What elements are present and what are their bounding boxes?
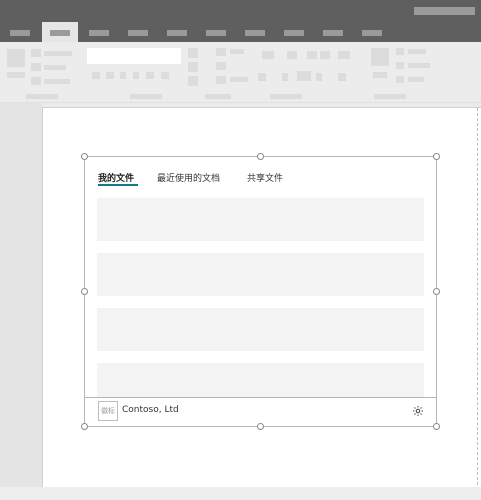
document-left-margin <box>0 103 42 487</box>
ribbon-label <box>44 65 66 70</box>
document-row[interactable] <box>97 308 424 351</box>
ribbon-group-label <box>130 94 162 99</box>
resize-handle-top[interactable] <box>257 153 264 160</box>
ribbon-group-label <box>374 94 406 99</box>
footer-divider <box>85 397 436 398</box>
ribbon-button[interactable] <box>262 51 274 59</box>
ribbon-button[interactable] <box>396 62 404 69</box>
resize-handle-right[interactable] <box>433 288 440 295</box>
ribbon-button[interactable] <box>371 48 389 66</box>
document-row[interactable] <box>97 363 424 397</box>
ribbon-button[interactable] <box>216 76 226 84</box>
document-row[interactable] <box>97 253 424 296</box>
resize-handle-bottom-right[interactable] <box>433 423 440 430</box>
ribbon-label <box>7 72 25 78</box>
ribbon-button[interactable] <box>188 62 198 72</box>
ribbon-button[interactable] <box>287 51 297 59</box>
resize-handle-top-right[interactable] <box>433 153 440 160</box>
ribbon-tab-8[interactable] <box>284 30 304 36</box>
ribbon-button[interactable] <box>307 51 317 59</box>
ribbon-button[interactable] <box>216 48 226 56</box>
ribbon-label <box>408 77 424 82</box>
ribbon-button[interactable] <box>146 72 154 79</box>
resize-handle-top-left[interactable] <box>81 153 88 160</box>
ribbon-label <box>408 49 426 54</box>
ribbon-button[interactable] <box>320 51 330 59</box>
ribbon-button[interactable] <box>161 72 169 79</box>
ribbon-tab-7[interactable] <box>245 30 265 36</box>
resize-handle-left[interactable] <box>81 288 88 295</box>
ribbon-button[interactable] <box>396 48 404 55</box>
ribbon-tab-1[interactable] <box>10 30 30 36</box>
ribbon-tab-2[interactable] <box>50 30 70 36</box>
resize-handle-bottom[interactable] <box>257 423 264 430</box>
ribbon-button[interactable] <box>106 72 114 79</box>
ribbon-button[interactable] <box>31 77 41 85</box>
ribbon-button[interactable] <box>133 72 139 79</box>
ribbon-button[interactable] <box>31 63 41 71</box>
ribbon-group-label <box>205 94 231 99</box>
tab-recent-documents[interactable]: 最近使用的文档 <box>157 171 220 184</box>
status-strip <box>0 487 481 500</box>
ribbon-label <box>373 72 387 78</box>
ribbon-label <box>44 51 72 56</box>
ribbon-combo-box[interactable] <box>87 48 181 64</box>
ribbon-button[interactable] <box>338 51 350 59</box>
ribbon-button[interactable] <box>396 76 404 83</box>
ribbon-button[interactable] <box>31 49 41 57</box>
tab-shared-files[interactable]: 共享文件 <box>247 171 283 184</box>
ribbon-label <box>408 63 430 68</box>
ribbon-button[interactable] <box>188 48 198 58</box>
ribbon-button[interactable] <box>92 72 100 79</box>
ribbon-label <box>44 79 70 84</box>
ribbon-group-label <box>270 94 302 99</box>
ribbon-button[interactable] <box>216 62 226 70</box>
company-name: Contoso, Ltd <box>122 405 179 415</box>
ribbon-tab-5[interactable] <box>167 30 187 36</box>
ribbon-tab-3[interactable] <box>89 30 109 36</box>
ribbon-tab-4[interactable] <box>128 30 148 36</box>
document-row[interactable] <box>97 198 424 241</box>
ribbon-label <box>230 77 248 82</box>
gear-icon[interactable] <box>412 405 424 417</box>
resize-handle-bottom-left[interactable] <box>81 423 88 430</box>
active-tab-indicator <box>98 184 138 186</box>
company-logo: 徽标 <box>98 401 118 421</box>
ribbon-group-label <box>26 94 58 99</box>
ribbon-button[interactable] <box>188 76 198 86</box>
ribbon-button[interactable] <box>258 73 266 81</box>
ribbon-button[interactable] <box>120 72 126 79</box>
ribbon-tab-10[interactable] <box>362 30 382 36</box>
ribbon-tab-9[interactable] <box>323 30 343 36</box>
ribbon-label <box>230 49 244 54</box>
ribbon-button[interactable] <box>7 49 25 67</box>
ribbon-button[interactable] <box>297 71 311 81</box>
page-margin-guide <box>477 108 478 500</box>
ribbon-button[interactable] <box>338 73 346 81</box>
title-placeholder <box>414 7 475 15</box>
ribbon-button[interactable] <box>282 73 288 81</box>
ribbon-button[interactable] <box>316 73 322 81</box>
ribbon-tab-6[interactable] <box>206 30 226 36</box>
tab-my-files[interactable]: 我的文件 <box>98 171 134 184</box>
